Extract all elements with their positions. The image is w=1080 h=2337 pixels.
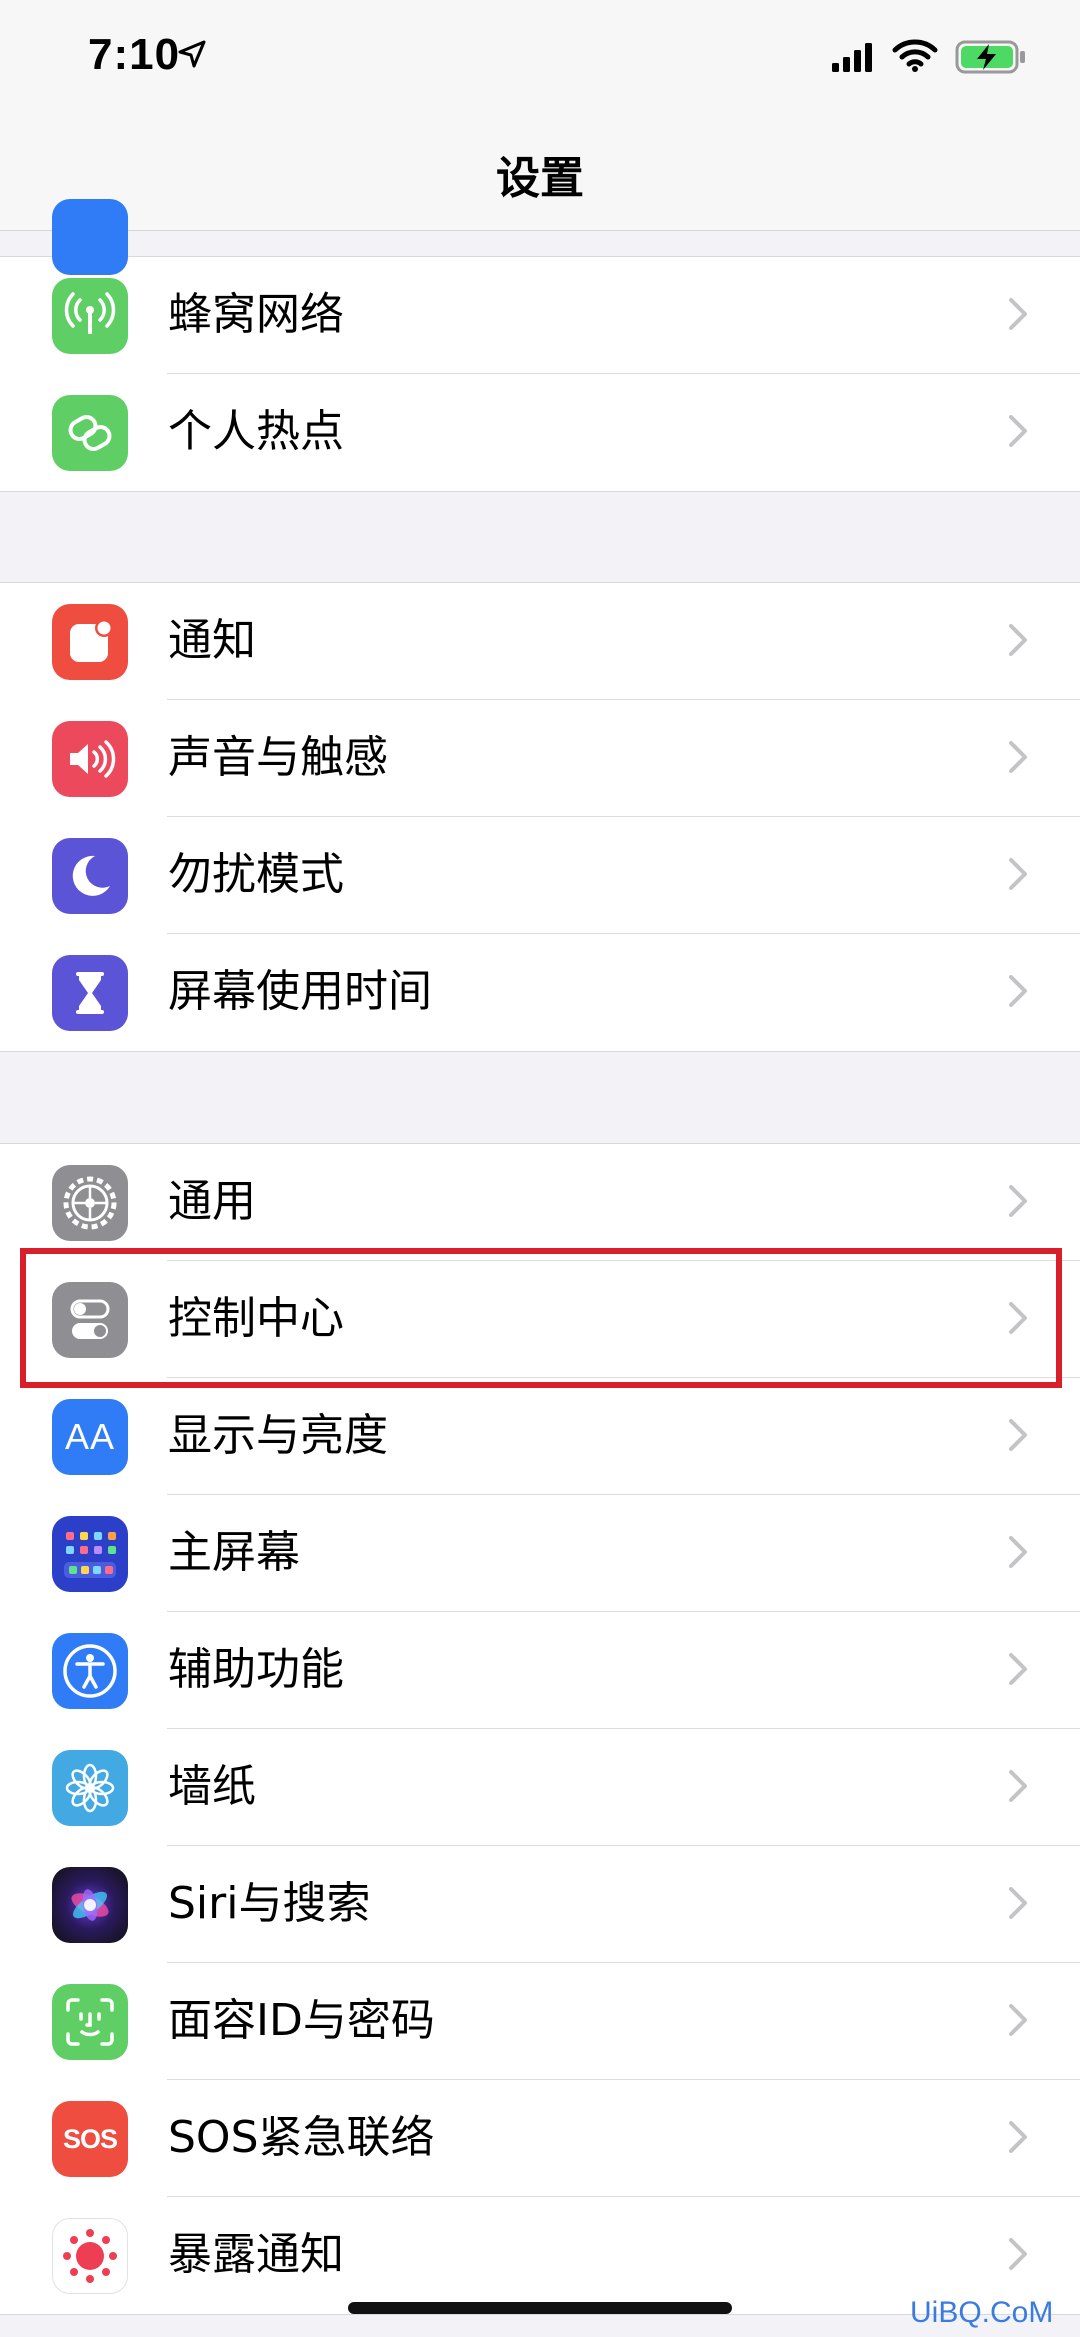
chevron-right-icon xyxy=(1008,297,1028,335)
face-id-icon xyxy=(52,1984,128,2060)
settings-row-label: 辅助功能 xyxy=(168,1644,344,1695)
settings-row-cellular[interactable]: 蜂窝网络 xyxy=(0,257,1080,374)
gear-icon xyxy=(52,1165,128,1241)
settings-row-siri[interactable]: Siri与搜索 xyxy=(0,1846,1080,1963)
chevron-right-icon xyxy=(1008,1184,1028,1222)
settings-row-label: 屏幕使用时间 xyxy=(168,966,432,1017)
toggles-icon xyxy=(52,1282,128,1358)
cellular-signal-icon xyxy=(832,42,876,76)
speaker-icon xyxy=(52,721,128,797)
settings-row-label: 墙纸 xyxy=(168,1761,256,1812)
settings-group-notifications: 通知 声音与触感 勿扰模式 屏幕使用时间 xyxy=(0,582,1080,1052)
settings-row-label: SOS紧急联络 xyxy=(168,2112,435,2163)
settings-row-wallpaper[interactable]: 墙纸 xyxy=(0,1729,1080,1846)
chevron-right-icon xyxy=(1008,1418,1028,1456)
settings-row-home-screen[interactable]: 主屏幕 xyxy=(0,1495,1080,1612)
location-arrow-icon xyxy=(178,40,206,72)
chevron-right-icon xyxy=(1008,1652,1028,1690)
settings-row-label: 蜂窝网络 xyxy=(168,289,344,340)
settings-row-label: 声音与触感 xyxy=(168,732,388,783)
settings-row-notifications[interactable]: 通知 xyxy=(0,583,1080,700)
settings-row-control-center[interactable]: 控制中心 xyxy=(0,1261,1080,1378)
home-grid-icon xyxy=(52,1516,128,1592)
settings-row-hotspot[interactable]: 个人热点 xyxy=(0,374,1080,491)
settings-row-do-not-disturb[interactable]: 勿扰模式 xyxy=(0,817,1080,934)
exposure-icon xyxy=(52,2218,128,2294)
wifi-icon xyxy=(892,38,938,76)
navigation-bar: 7:10 设置 xyxy=(0,0,1080,231)
settings-row-label: 通用 xyxy=(168,1176,256,1227)
settings-row-label: 控制中心 xyxy=(168,1293,344,1344)
sos-icon: SOS xyxy=(52,2101,128,2177)
settings-row-label: 勿扰模式 xyxy=(168,849,344,900)
chevron-right-icon xyxy=(1008,2003,1028,2041)
chevron-right-icon xyxy=(1008,1886,1028,1924)
accessibility-icon xyxy=(52,1633,128,1709)
settings-row-display[interactable]: AA 显示与亮度 xyxy=(0,1378,1080,1495)
settings-row-label: Siri与搜索 xyxy=(168,1878,371,1929)
settings-row-label: 显示与亮度 xyxy=(168,1410,388,1461)
notification-icon xyxy=(52,604,128,680)
chevron-right-icon xyxy=(1008,740,1028,778)
page-title: 设置 xyxy=(496,153,584,204)
hotspot-link-icon xyxy=(52,395,128,471)
settings-group-general: 通用 控制中心 AA 显示与亮度 主屏幕 辅助功能 墙纸 Siri与搜索 面容I… xyxy=(0,1143,1080,2315)
settings-row-emergency-sos[interactable]: SOS SOS紧急联络 xyxy=(0,2080,1080,2197)
chevron-right-icon xyxy=(1008,623,1028,661)
hourglass-icon xyxy=(52,955,128,1031)
settings-row-label: 暴露通知 xyxy=(168,2229,344,2280)
settings-group-network: 蜂窝网络 个人热点 xyxy=(0,199,1080,492)
home-indicator[interactable] xyxy=(348,2302,732,2314)
settings-row-label: 个人热点 xyxy=(168,406,344,457)
watermark: UiBQ.CoM xyxy=(910,2296,1054,2329)
chevron-right-icon xyxy=(1008,1301,1028,1339)
status-time: 7:10 xyxy=(88,30,181,79)
chevron-right-icon xyxy=(1008,1769,1028,1807)
sos-glyph: SOS xyxy=(62,2123,118,2154)
chevron-right-icon xyxy=(1008,974,1028,1012)
text-size-glyph: AA xyxy=(64,1416,116,1457)
settings-row-label: 主屏幕 xyxy=(168,1527,300,1578)
battery-charging-icon xyxy=(955,40,1027,78)
settings-row-label: 通知 xyxy=(168,615,256,666)
chevron-right-icon xyxy=(1008,2120,1028,2158)
siri-icon xyxy=(52,1867,128,1943)
flower-icon xyxy=(52,1750,128,1826)
settings-row-sounds[interactable]: 声音与触感 xyxy=(0,700,1080,817)
chevron-right-icon xyxy=(1008,1535,1028,1573)
settings-row-face-id[interactable]: 面容ID与密码 xyxy=(0,1963,1080,2080)
settings-row-label: 面容ID与密码 xyxy=(168,1995,435,2046)
text-size-icon: AA xyxy=(52,1399,128,1475)
chevron-right-icon xyxy=(1008,414,1028,452)
chevron-right-icon xyxy=(1008,857,1028,895)
settings-row-accessibility[interactable]: 辅助功能 xyxy=(0,1612,1080,1729)
settings-row-general[interactable]: 通用 xyxy=(0,1144,1080,1261)
settings-row-screen-time[interactable]: 屏幕使用时间 xyxy=(0,934,1080,1051)
antenna-icon xyxy=(52,278,128,354)
moon-icon xyxy=(52,838,128,914)
chevron-right-icon xyxy=(1008,2237,1028,2275)
